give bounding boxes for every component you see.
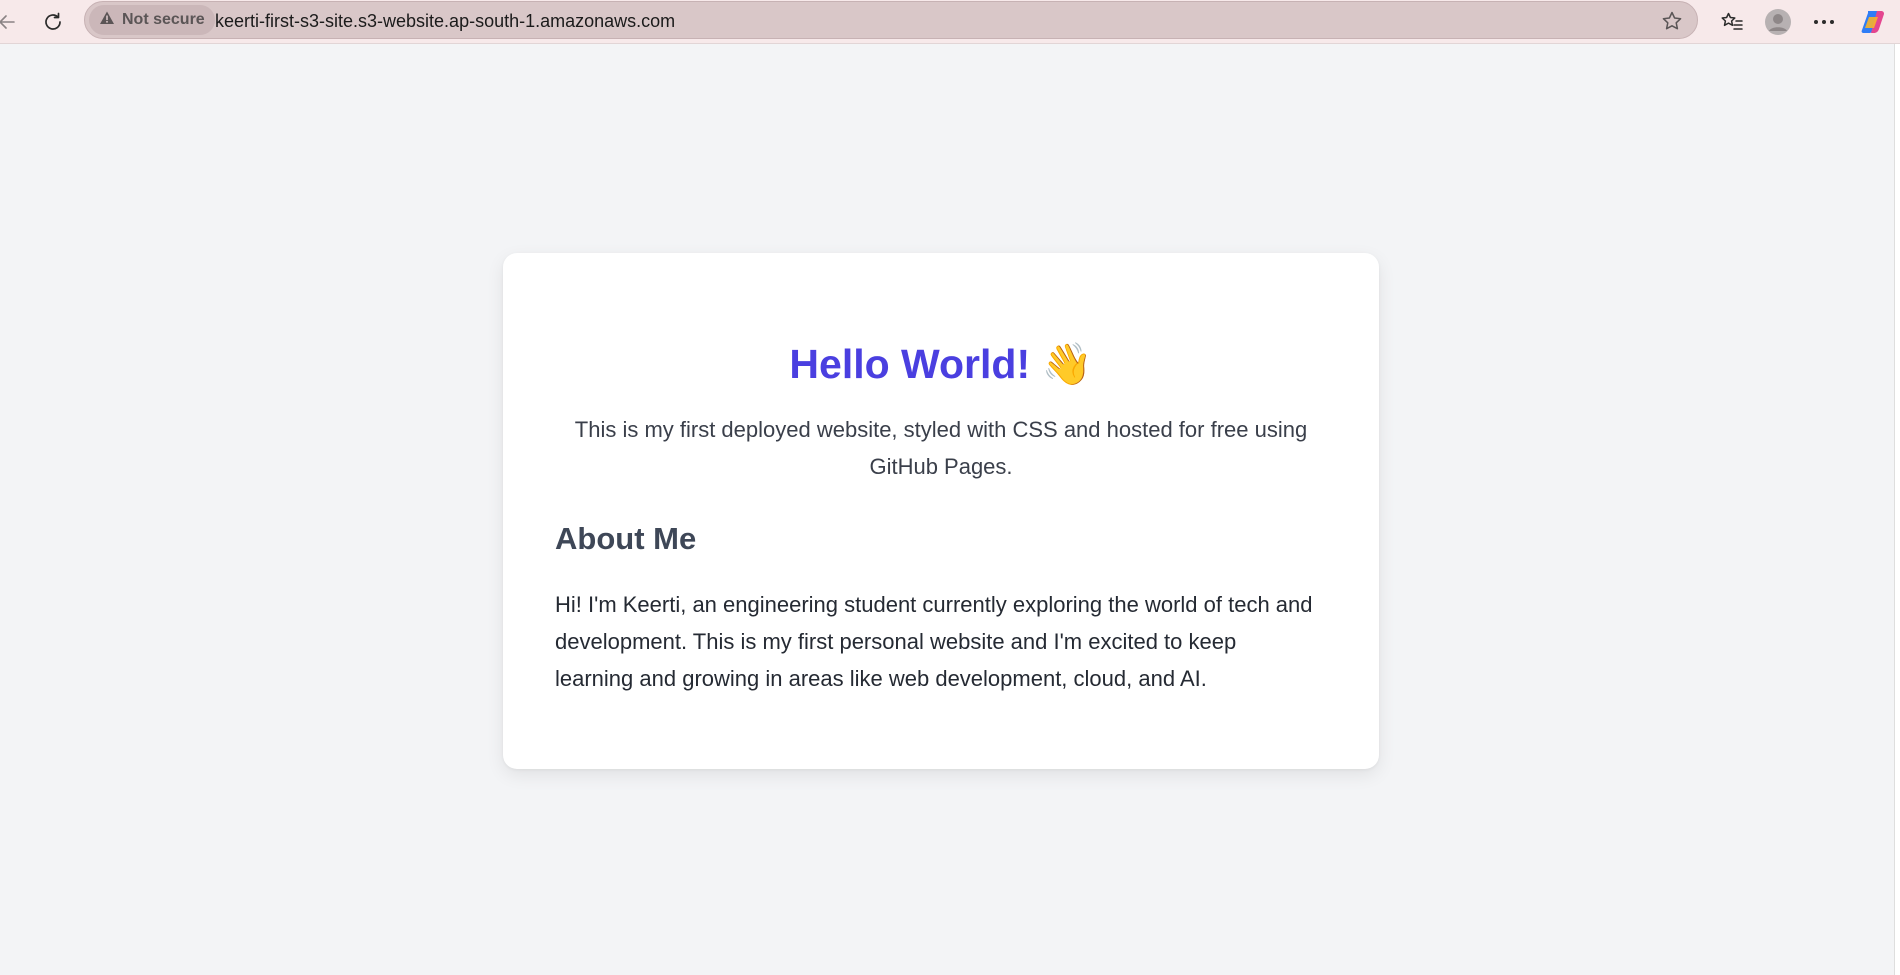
more-icon[interactable] bbox=[1809, 7, 1839, 37]
scrollbar-track[interactable] bbox=[1894, 44, 1900, 975]
refresh-icon[interactable] bbox=[38, 7, 68, 37]
security-label: Not secure bbox=[122, 11, 205, 28]
content-card: Hello World! 👋 This is my first deployed… bbox=[503, 253, 1379, 769]
favorites-icon[interactable] bbox=[1717, 7, 1747, 37]
about-heading: About Me bbox=[555, 521, 697, 556]
title-text: Hello World! bbox=[789, 341, 1031, 387]
address-bar[interactable]: Not secure keerti-first-s3-site.s3-websi… bbox=[84, 1, 1698, 39]
warning-icon bbox=[99, 10, 115, 31]
page-title: Hello World! 👋 bbox=[503, 339, 1379, 389]
profile-icon[interactable] bbox=[1763, 7, 1793, 37]
browser-toolbar: Not secure keerti-first-s3-site.s3-websi… bbox=[0, 0, 1900, 44]
site-info-button[interactable]: Not secure bbox=[89, 5, 215, 35]
star-icon[interactable] bbox=[1657, 6, 1687, 36]
url-text[interactable]: keerti-first-s3-site.s3-website.ap-south… bbox=[215, 11, 675, 32]
waving-hand-icon: 👋 bbox=[1041, 341, 1093, 387]
intro-paragraph: This is my first deployed website, style… bbox=[574, 417, 1308, 479]
copilot-icon[interactable] bbox=[1858, 7, 1888, 37]
about-paragraph: Hi! I'm Keerti, an engineering student c… bbox=[555, 592, 1313, 691]
back-arrow-icon[interactable] bbox=[0, 7, 22, 37]
